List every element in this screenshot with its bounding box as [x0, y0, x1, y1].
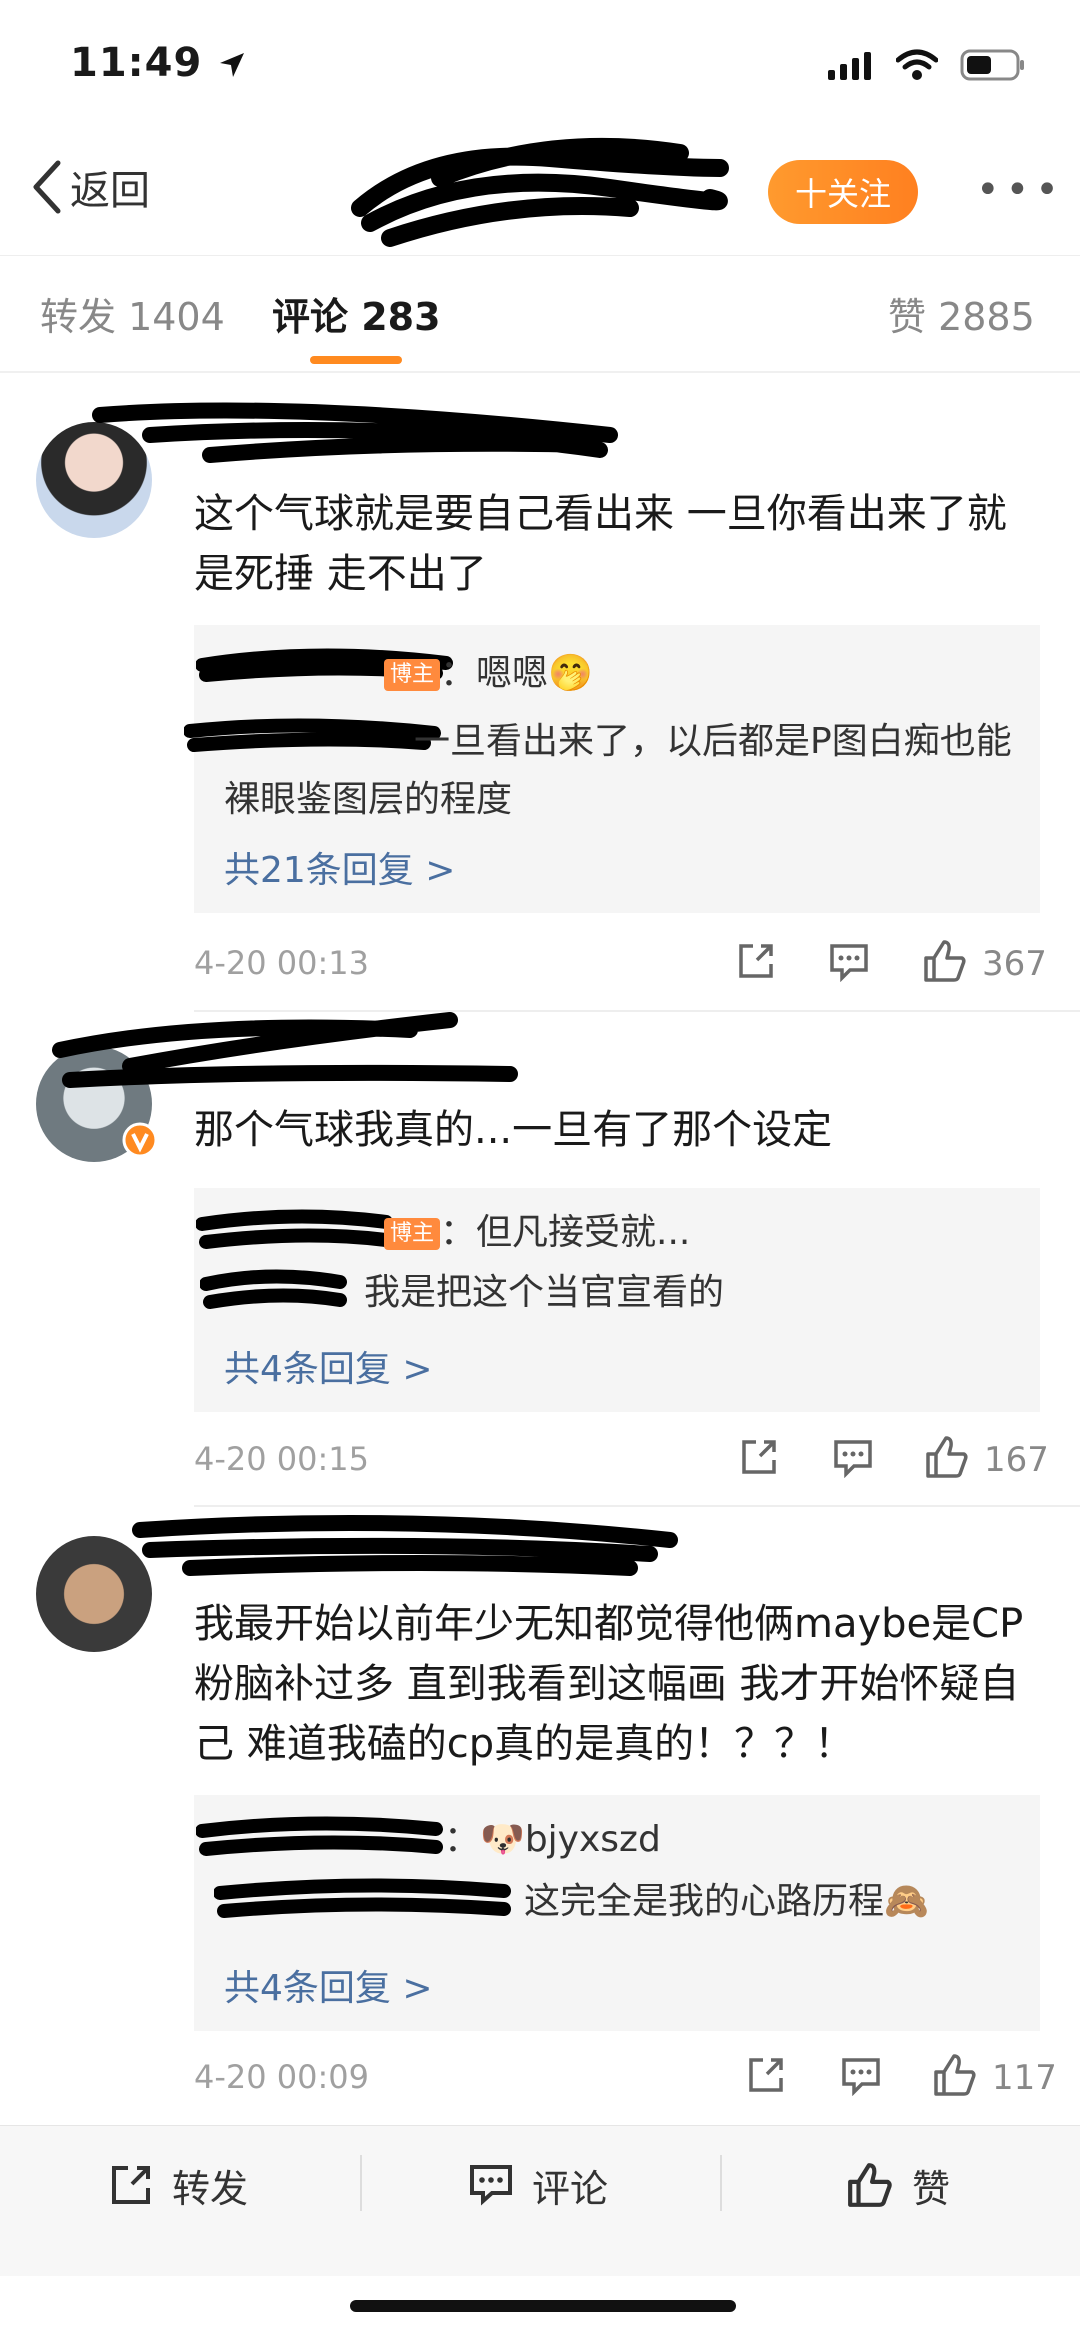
- redacted-name-scribble: [196, 1209, 393, 1249]
- host-badge: 博主: [384, 659, 441, 691]
- like-button[interactable]: 赞: [846, 2155, 950, 2215]
- comment-icon: [470, 2165, 512, 2206]
- like-count: 167: [984, 1440, 1049, 1480]
- comment-icon[interactable]: [828, 942, 870, 982]
- bottom-bar-divider: [720, 2155, 722, 2211]
- share-icon: [112, 2166, 150, 2204]
- share-icon[interactable]: [738, 1436, 780, 1478]
- like-icon[interactable]: [932, 2052, 978, 2098]
- home-indicator: [350, 2300, 736, 2312]
- redacted-name-scribble: [200, 1269, 347, 1309]
- tab-reposts[interactable]: 转发 1404: [40, 286, 225, 341]
- comment-button[interactable]: 评论: [468, 2155, 608, 2215]
- status-icons: [826, 48, 1026, 82]
- reply-line: ：🐶bjyxszd: [444, 1819, 661, 1860]
- back-chevron-icon: [33, 160, 61, 214]
- redacted-name-scribble: [196, 1816, 443, 1856]
- reply-line: 一旦看出来了，以后都是P图白痴也能裸眼鉴图层的程度: [224, 721, 1012, 820]
- reply-box[interactable]: 博主 ：但凡接受就... 我是把这个当官宣看的 共4条回复 >: [194, 1188, 1040, 1412]
- more-options-button[interactable]: •••: [976, 167, 1065, 213]
- like-icon[interactable]: [924, 1434, 970, 1480]
- comment-timestamp: 4-20 00:13: [194, 944, 370, 982]
- back-button[interactable]: 返回: [30, 158, 150, 216]
- comment-text: 这个气球就是要自己看出来 一旦你看出来了就是死捶 走不出了: [194, 491, 1007, 597]
- like-label: 赞: [912, 2166, 951, 2211]
- reply-box[interactable]: 博主 ：嗯嗯🤭 一旦看出来了，以后都是P图白痴也能裸眼鉴图层的程度 共21条回复 …: [184, 625, 1040, 913]
- follow-button[interactable]: 十关注: [768, 160, 918, 224]
- more-replies-link[interactable]: 共4条回复 >: [224, 1959, 433, 2011]
- more-replies-link[interactable]: 共21条回复 >: [224, 841, 455, 893]
- battery-icon: [960, 49, 1024, 81]
- like-icon[interactable]: [922, 938, 968, 984]
- repost-button[interactable]: 转发: [108, 2155, 248, 2215]
- comment-text: 那个气球我真的...一旦有了那个设定: [194, 1107, 833, 1153]
- location-arrow-icon: [220, 53, 245, 77]
- wifi-icon: [896, 49, 938, 80]
- tab-comments[interactable]: 评论 283: [272, 286, 441, 341]
- back-label: 返回: [70, 168, 150, 214]
- reply-line: 这完全是我的心路历程🙈: [524, 1881, 929, 1922]
- reply-line: 博主 ：嗯嗯🤭: [384, 645, 593, 703]
- comment-label: 评论: [532, 2166, 609, 2211]
- like-count: 117: [992, 2058, 1057, 2098]
- tab-active-indicator: [310, 356, 402, 364]
- like-icon: [848, 2163, 892, 2207]
- status-time: 11:49: [70, 40, 247, 86]
- comment-icon[interactable]: [832, 1438, 874, 1478]
- repost-label: 转发: [172, 2166, 249, 2211]
- comment-text: 我最开始以前年少无知都觉得他俩maybe是CP粉脑补过多 直到我看到这幅画 我才…: [194, 1601, 1024, 1767]
- tab-likes[interactable]: 赞 2885: [888, 286, 1035, 341]
- comment-timestamp: 4-20 00:09: [194, 2058, 370, 2096]
- redacted-title-scribble: [351, 137, 729, 247]
- signal-icon: [828, 52, 871, 80]
- share-icon[interactable]: [745, 2054, 787, 2096]
- reply-box[interactable]: ：🐶bjyxszd 这完全是我的心路历程🙈 共4条回复 >: [194, 1795, 1040, 2031]
- redacted-username-scribble: [52, 1012, 518, 1088]
- redacted-name-scribble: [214, 1878, 511, 1918]
- comment-timestamp: 4-20 00:15: [194, 1440, 370, 1478]
- bottom-bar-divider: [360, 2155, 362, 2211]
- like-count: 367: [982, 944, 1047, 984]
- reply-line: 我是把这个当官宣看的: [364, 1272, 725, 1313]
- redacted-username-scribble: [92, 402, 618, 463]
- verified-badge-icon: [122, 1122, 158, 1158]
- share-icon[interactable]: [735, 940, 777, 982]
- reply-line: 博主 ：但凡接受就...: [384, 1204, 690, 1262]
- comment-icon[interactable]: [840, 2056, 882, 2096]
- host-badge: 博主: [384, 1218, 441, 1250]
- comment-divider: [194, 1505, 1080, 1507]
- redacted-username-scribble: [132, 1514, 678, 1576]
- more-replies-link[interactable]: 共4条回复 >: [224, 1340, 433, 1392]
